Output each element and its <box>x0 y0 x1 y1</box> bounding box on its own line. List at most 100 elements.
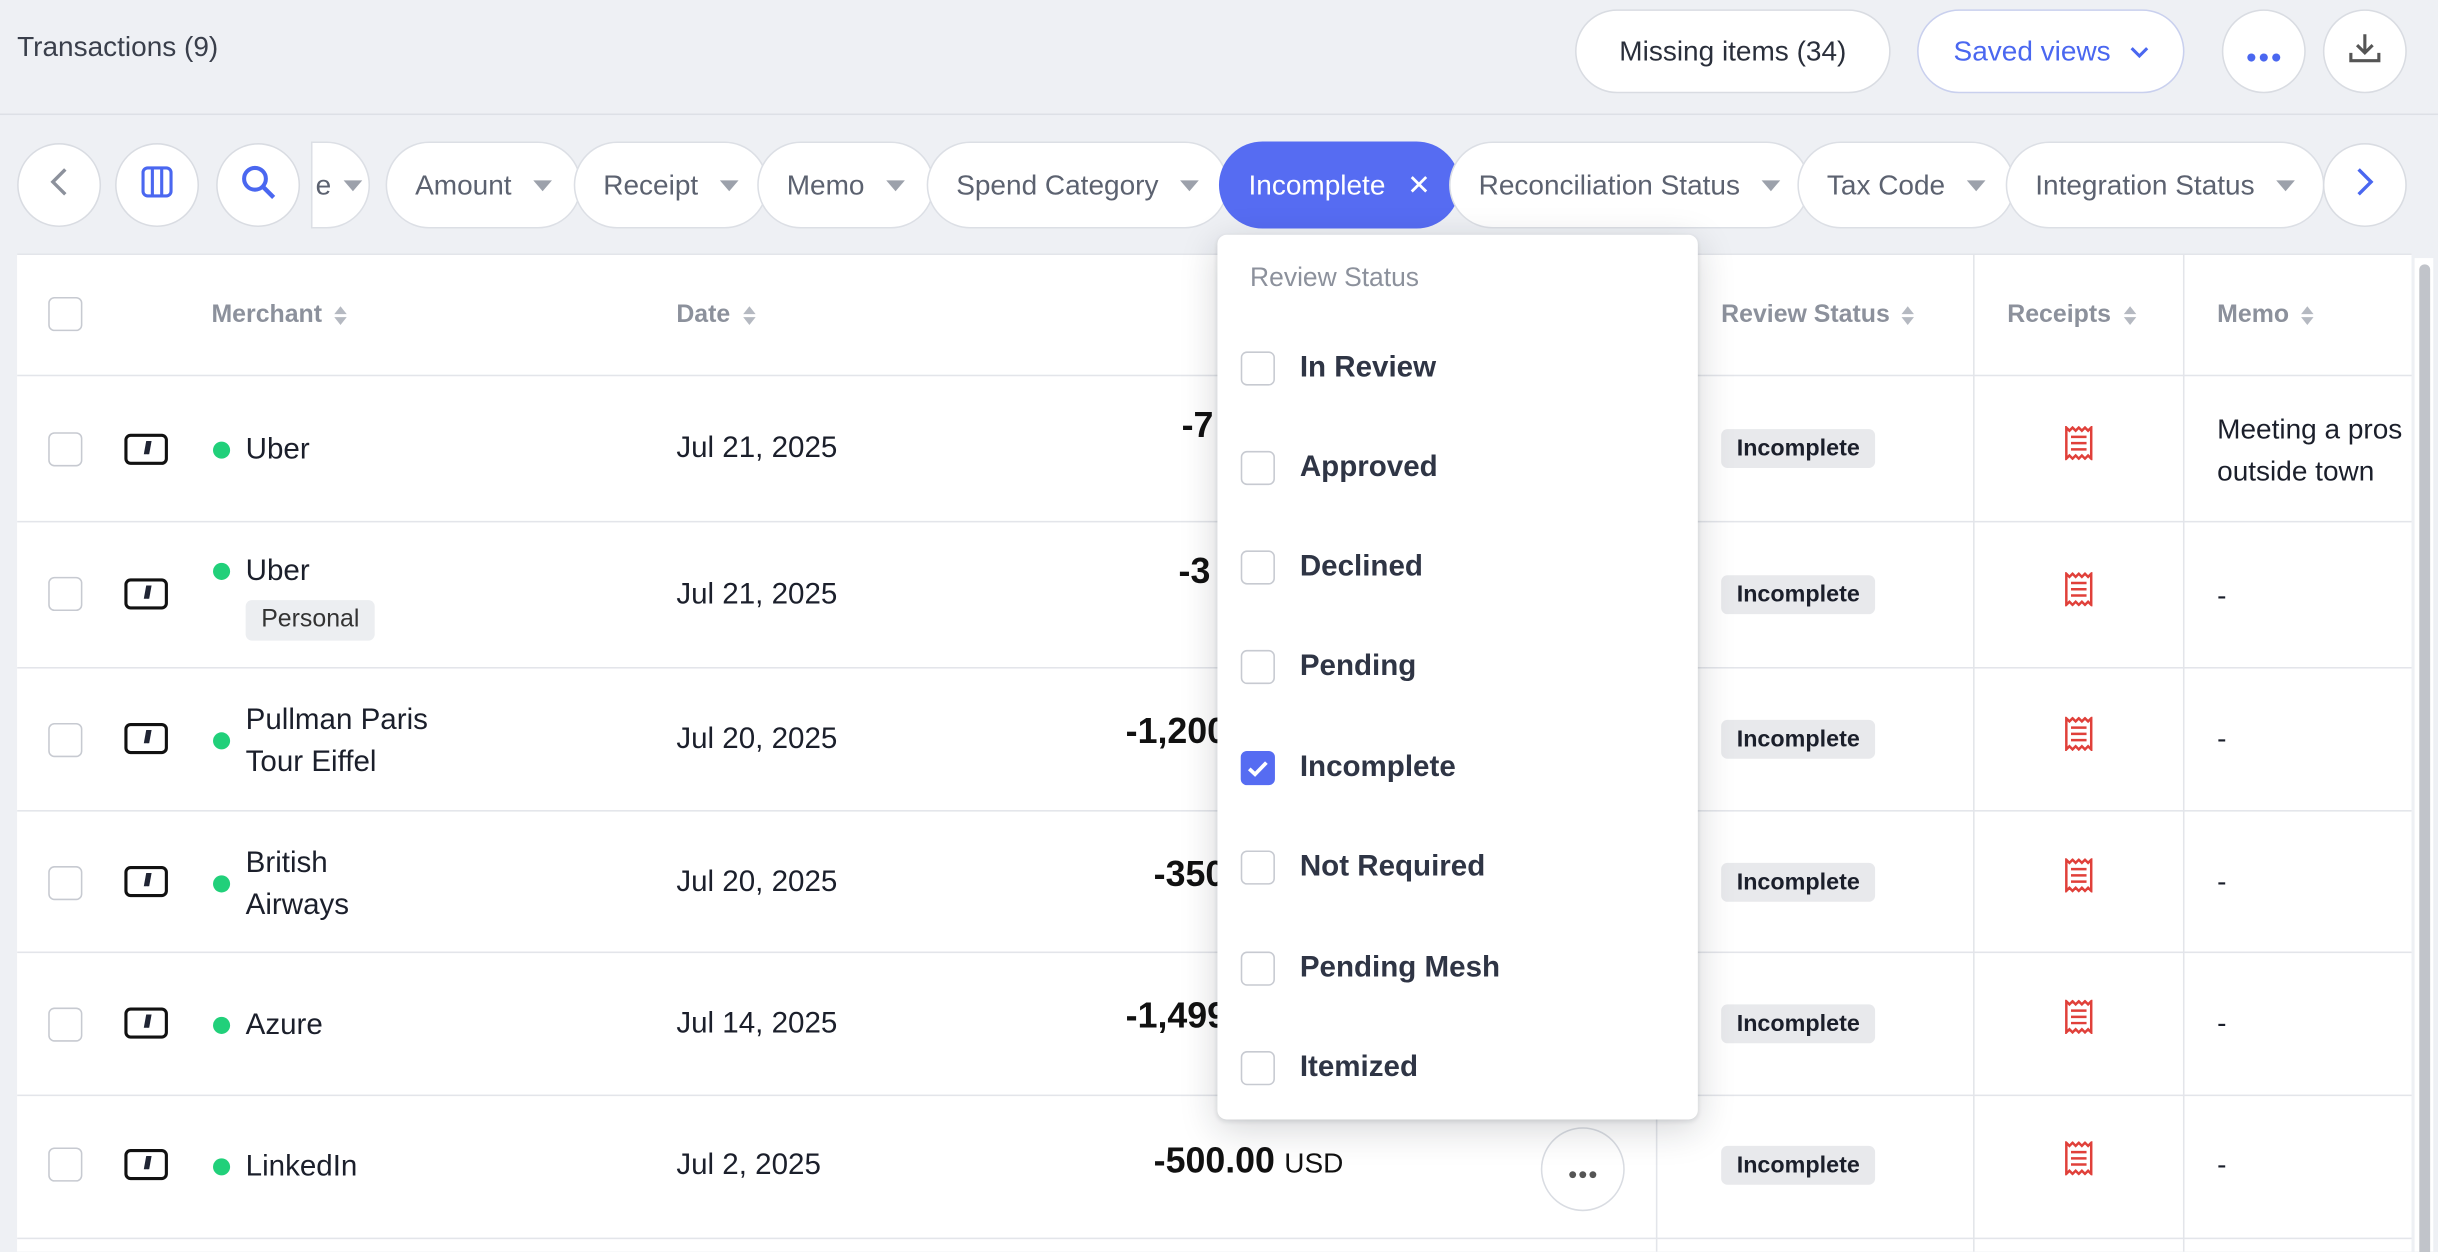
option-checkbox-checked[interactable] <box>1240 750 1275 786</box>
caret-down-icon <box>343 179 363 191</box>
filter-bar: e Amount Receipt Memo Spend Category Inc… <box>0 141 2438 229</box>
row-checkbox[interactable] <box>48 1147 83 1182</box>
option-checkbox[interactable] <box>1240 649 1275 685</box>
row-checkbox[interactable] <box>48 576 83 612</box>
filter-chip-tax-code[interactable]: Tax Code <box>1797 141 2016 229</box>
missing-items-button[interactable]: Missing items (34) <box>1575 9 1891 94</box>
transaction-date: Jul 20, 2025 <box>676 722 838 756</box>
option-approved[interactable]: Approved <box>1240 445 1438 492</box>
card-icon: /// <box>124 866 168 898</box>
vertical-scrollbar[interactable] <box>2414 258 2434 1252</box>
table-row[interactable]: /// Azure Jul 14, 2025 -1,499 Incomplete… <box>17 953 2412 1097</box>
filter-chip-reconciliation-status[interactable]: Reconciliation Status <box>1449 141 1810 229</box>
scrollbar-thumb[interactable] <box>2419 264 2431 1252</box>
more-horizontal-icon <box>1569 1151 1597 1187</box>
table-row[interactable]: /// LinkedIn Jul 2, 2025 -500.00 USD Inco… <box>17 1096 2412 1240</box>
column-header-memo[interactable]: Memo <box>2217 302 2314 330</box>
saved-views-button[interactable]: Saved views <box>1917 9 2185 94</box>
option-incomplete[interactable]: Incomplete <box>1240 745 1456 792</box>
memo-text: - <box>2217 1148 2227 1181</box>
receipt-icon[interactable] <box>2063 999 2094 1034</box>
option-checkbox[interactable] <box>1240 951 1275 986</box>
filter-chip-incomplete-active[interactable]: Incomplete ✕ <box>1218 141 1461 229</box>
option-checkbox[interactable] <box>1240 550 1275 585</box>
option-in-review[interactable]: In Review <box>1240 345 1436 392</box>
option-pending-mesh[interactable]: Pending Mesh <box>1240 945 1500 992</box>
download-button[interactable] <box>2322 9 2407 94</box>
merchant-name-line2: Tour Eiffel <box>245 746 377 779</box>
filter-chip-label: Tax Code <box>1826 168 1946 200</box>
option-checkbox[interactable] <box>1240 351 1275 386</box>
transactions-table: Merchant Date Review Status Receipts Mem… <box>17 253 2412 1252</box>
filter-chip-memo[interactable]: Memo <box>757 141 935 229</box>
caret-down-icon <box>1180 179 1199 191</box>
option-checkbox[interactable] <box>1240 450 1275 486</box>
transaction-amount: -350 <box>1153 853 1226 895</box>
transaction-amount: -1,499 <box>1125 995 1228 1036</box>
filter-chip-spend-category[interactable]: Spend Category <box>926 141 1229 229</box>
option-label: Itemized <box>1299 1051 1419 1084</box>
more-options-button[interactable] <box>2221 9 2306 94</box>
caret-down-icon <box>1966 179 1986 191</box>
option-checkbox[interactable] <box>1240 1051 1275 1086</box>
column-header-merchant[interactable]: Merchant <box>211 302 347 330</box>
status-badge: Incomplete <box>1721 862 1876 902</box>
status-dot <box>213 1158 231 1176</box>
chevron-down-icon <box>2129 39 2148 64</box>
receipt-icon[interactable] <box>2063 572 2094 607</box>
option-not-required[interactable]: Not Required <box>1240 844 1486 891</box>
check-icon <box>1247 760 1268 777</box>
receipt-icon[interactable] <box>2063 858 2094 893</box>
filter-chip-receipt[interactable]: Receipt <box>573 141 769 229</box>
receipt-icon[interactable] <box>2063 716 2094 751</box>
filter-chip-integration-status[interactable]: Integration Status <box>2005 141 2325 229</box>
filter-chip-label: Integration Status <box>2035 168 2255 200</box>
row-checkbox[interactable] <box>48 866 83 901</box>
row-checkbox[interactable] <box>48 722 83 758</box>
memo-text: - <box>2217 722 2227 755</box>
search-icon <box>239 162 276 207</box>
search-button[interactable] <box>216 143 301 228</box>
close-icon[interactable]: ✕ <box>1407 169 1430 202</box>
option-itemized[interactable]: Itemized <box>1240 1045 1419 1092</box>
status-dot <box>213 1016 231 1034</box>
select-all-checkbox[interactable] <box>48 296 83 332</box>
table-row[interactable]: /// British Airways Jul 20, 2025 -350 In… <box>17 812 2412 954</box>
receipt-icon[interactable] <box>2063 426 2094 461</box>
memo-text: - <box>2217 866 2227 898</box>
scroll-filters-left-button[interactable] <box>17 143 102 228</box>
filter-chip-truncated[interactable]: e <box>310 141 371 229</box>
card-icon: /// <box>124 433 168 465</box>
option-checkbox[interactable] <box>1240 850 1275 885</box>
table-row[interactable]: /// Pullman Paris Tour Eiffel Jul 20, 20… <box>17 669 2412 812</box>
filter-chip-amount[interactable]: Amount <box>385 141 582 229</box>
transaction-date: Jul 21, 2025 <box>676 432 838 465</box>
column-header-label: Review Status <box>1721 301 1890 329</box>
columns-button[interactable] <box>115 143 200 228</box>
merchant-name: British <box>245 847 328 881</box>
scroll-filters-right-button[interactable] <box>2322 143 2407 228</box>
column-header-review-status[interactable]: Review Status <box>1721 302 1915 330</box>
column-header-date[interactable]: Date <box>676 302 756 330</box>
column-header-receipts[interactable]: Receipts <box>2007 302 2136 330</box>
caret-down-icon <box>533 179 553 191</box>
caret-down-icon <box>1761 179 1781 191</box>
filter-chip-truncated-label: e <box>315 168 332 200</box>
row-checkbox[interactable] <box>48 1007 83 1042</box>
option-declined[interactable]: Declined <box>1240 544 1423 591</box>
row-checkbox[interactable] <box>48 432 83 467</box>
merchant-name-line2: Airways <box>245 889 350 922</box>
option-label: Approved <box>1299 450 1438 484</box>
memo-line: Meeting a pros <box>2217 413 2403 445</box>
status-dot <box>213 562 231 580</box>
amount-value: -500.00 <box>1153 1139 1275 1181</box>
row-more-button[interactable] <box>1540 1127 1625 1212</box>
memo-line: outside town <box>2217 455 2375 487</box>
table-row[interactable]: /// Uber Personal Jul 21, 2025 -3 Incomp… <box>17 522 2412 669</box>
filter-chip-label: Incomplete <box>1248 168 1386 200</box>
option-label: Not Required <box>1299 850 1486 884</box>
merchant-name: Uber <box>245 555 310 588</box>
option-pending[interactable]: Pending <box>1240 644 1416 691</box>
receipt-icon[interactable] <box>2063 1141 2094 1176</box>
table-row[interactable]: /// Uber Jul 21, 2025 -7 Incomplete Meet… <box>17 378 2412 523</box>
